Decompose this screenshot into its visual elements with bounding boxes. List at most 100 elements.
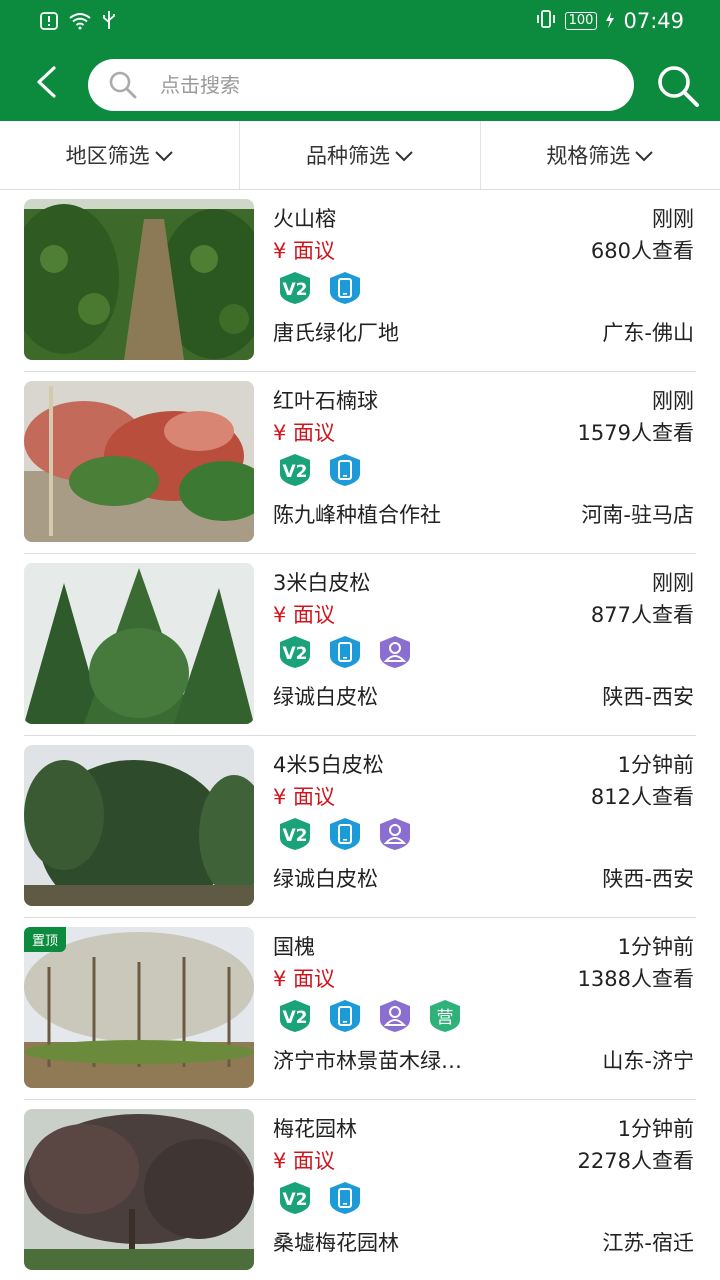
product-name: 4米5白皮松 xyxy=(273,753,384,777)
phone-verified-icon xyxy=(327,1180,363,1216)
post-time: 1分钟前 xyxy=(617,935,694,959)
view-count: 812人查看 xyxy=(590,785,694,809)
view-count: 680人查看 xyxy=(590,239,694,263)
post-time: 刚刚 xyxy=(652,207,694,231)
product-price: ¥ 面议 xyxy=(273,421,336,445)
badge-row: V2 xyxy=(277,270,363,306)
filter-region[interactable]: 地区筛选 xyxy=(0,121,241,189)
svg-text:V2: V2 xyxy=(283,280,308,300)
list-item[interactable]: 置顶 国槐 ¥ 面议 1分钟前 1388人查看 V2 营 济宁市林景苗木绿… 山… xyxy=(0,918,720,1100)
badge-row: V2 xyxy=(277,816,413,852)
product-price: ¥ 面议 xyxy=(273,239,336,263)
product-price: ¥ 面议 xyxy=(273,967,336,991)
business-verified-icon: 营 xyxy=(427,998,463,1034)
search-input[interactable] xyxy=(160,73,600,97)
product-image xyxy=(24,563,254,724)
pinned-badge: 置顶 xyxy=(24,927,67,952)
phone-verified-icon xyxy=(327,452,363,488)
filter-bar: 地区筛选 品种筛选 规格筛选 xyxy=(0,121,720,190)
region: 江苏-宿迁 xyxy=(602,1231,694,1255)
usb-icon xyxy=(102,10,116,35)
app-header: 100 07:49 xyxy=(0,0,720,121)
v2-badge-icon: V2 xyxy=(277,1180,313,1216)
v2-badge-icon: V2 xyxy=(277,452,313,488)
person-verified-icon xyxy=(377,998,413,1034)
svg-text:V2: V2 xyxy=(283,826,308,846)
product-name: 国槐 xyxy=(273,935,315,959)
filter-spec[interactable]: 规格筛选 xyxy=(481,121,720,189)
region: 山东-济宁 xyxy=(602,1049,694,1073)
person-verified-icon xyxy=(377,816,413,852)
list-item[interactable]: 红叶石楠球 ¥ 面议 刚刚 1579人查看 V2 陈九峰种植合作社 河南-驻马店 xyxy=(0,372,720,554)
chevron-down-icon xyxy=(154,151,173,162)
svg-text:V2: V2 xyxy=(283,644,308,664)
product-name: 3米白皮松 xyxy=(273,571,371,595)
product-price: ¥ 面议 xyxy=(273,785,336,809)
product-name: 梅花园林 xyxy=(273,1117,357,1141)
v2-badge-icon: V2 xyxy=(277,816,313,852)
filter-label: 规格筛选 xyxy=(546,144,631,168)
svg-text:V2: V2 xyxy=(283,462,308,482)
search-button[interactable] xyxy=(652,60,704,112)
phone-verified-icon xyxy=(327,998,363,1034)
list-item[interactable]: 梅花园林 ¥ 面议 1分钟前 2278人查看 V2 桑墟梅花园林 江苏-宿迁 xyxy=(0,1100,720,1280)
search-icon xyxy=(658,66,699,107)
post-time: 刚刚 xyxy=(652,389,694,413)
phone-verified-icon xyxy=(327,816,363,852)
status-bar: 100 07:49 xyxy=(0,0,720,46)
list-item[interactable]: 4米5白皮松 ¥ 面议 1分钟前 812人查看 V2 绿诚白皮松 陕西-西安 xyxy=(0,736,720,918)
svg-text:V2: V2 xyxy=(283,1190,308,1210)
back-button[interactable] xyxy=(24,60,68,104)
product-price: ¥ 面议 xyxy=(273,1149,336,1173)
filter-variety[interactable]: 品种筛选 xyxy=(240,121,481,189)
v2-badge-icon: V2 xyxy=(277,998,313,1034)
v2-badge-icon: V2 xyxy=(277,634,313,670)
region: 陕西-西安 xyxy=(602,685,694,709)
badge-row: V2 xyxy=(277,452,363,488)
company-name: 济宁市林景苗木绿… xyxy=(273,1049,462,1073)
charging-icon xyxy=(605,9,615,33)
company-name: 桑墟梅花园林 xyxy=(273,1231,399,1255)
search-field[interactable] xyxy=(88,59,634,111)
status-time: 07:49 xyxy=(623,9,684,33)
region: 河南-驻马店 xyxy=(581,503,694,527)
person-verified-icon xyxy=(377,634,413,670)
post-time: 1分钟前 xyxy=(617,753,694,777)
search-icon xyxy=(108,69,140,101)
view-count: 877人查看 xyxy=(590,603,694,627)
company-name: 绿诚白皮松 xyxy=(273,867,378,891)
view-count: 1579人查看 xyxy=(577,421,694,445)
product-image xyxy=(24,381,254,542)
alert-icon xyxy=(40,11,58,35)
phone-verified-icon xyxy=(327,634,363,670)
svg-text:V2: V2 xyxy=(283,1008,308,1028)
company-name: 唐氏绿化厂地 xyxy=(273,321,399,345)
vibrate-icon xyxy=(535,9,557,33)
product-name: 火山榕 xyxy=(273,207,336,231)
filter-label: 地区筛选 xyxy=(65,144,150,168)
region: 广东-佛山 xyxy=(602,321,694,345)
view-count: 1388人查看 xyxy=(577,967,694,991)
badge-row: V2 xyxy=(277,634,413,670)
product-price: ¥ 面议 xyxy=(273,603,336,627)
chevron-down-icon xyxy=(395,151,413,162)
v2-badge-icon: V2 xyxy=(277,270,313,306)
business-badge-label: 营 xyxy=(437,1008,454,1028)
phone-verified-icon xyxy=(327,270,363,306)
company-name: 绿诚白皮松 xyxy=(273,685,378,709)
region: 陕西-西安 xyxy=(602,867,694,891)
product-list: 火山榕 ¥ 面议 刚刚 680人查看 V2 唐氏绿化厂地 广东-佛山 红叶石楠球 xyxy=(0,190,720,1280)
badge-row: V2 xyxy=(277,1180,363,1216)
list-item[interactable]: 3米白皮松 ¥ 面议 刚刚 877人查看 V2 绿诚白皮松 陕西-西安 xyxy=(0,554,720,736)
post-time: 刚刚 xyxy=(652,571,694,595)
list-item[interactable]: 火山榕 ¥ 面议 刚刚 680人查看 V2 唐氏绿化厂地 广东-佛山 xyxy=(0,190,720,372)
company-name: 陈九峰种植合作社 xyxy=(273,503,441,527)
product-image xyxy=(24,745,254,906)
post-time: 1分钟前 xyxy=(617,1117,694,1141)
view-count: 2278人查看 xyxy=(577,1149,694,1173)
battery-indicator: 100 xyxy=(564,12,598,30)
back-arrow-icon xyxy=(37,66,56,98)
product-image xyxy=(24,199,254,360)
filter-label: 品种筛选 xyxy=(305,144,390,168)
product-image xyxy=(24,1109,254,1270)
